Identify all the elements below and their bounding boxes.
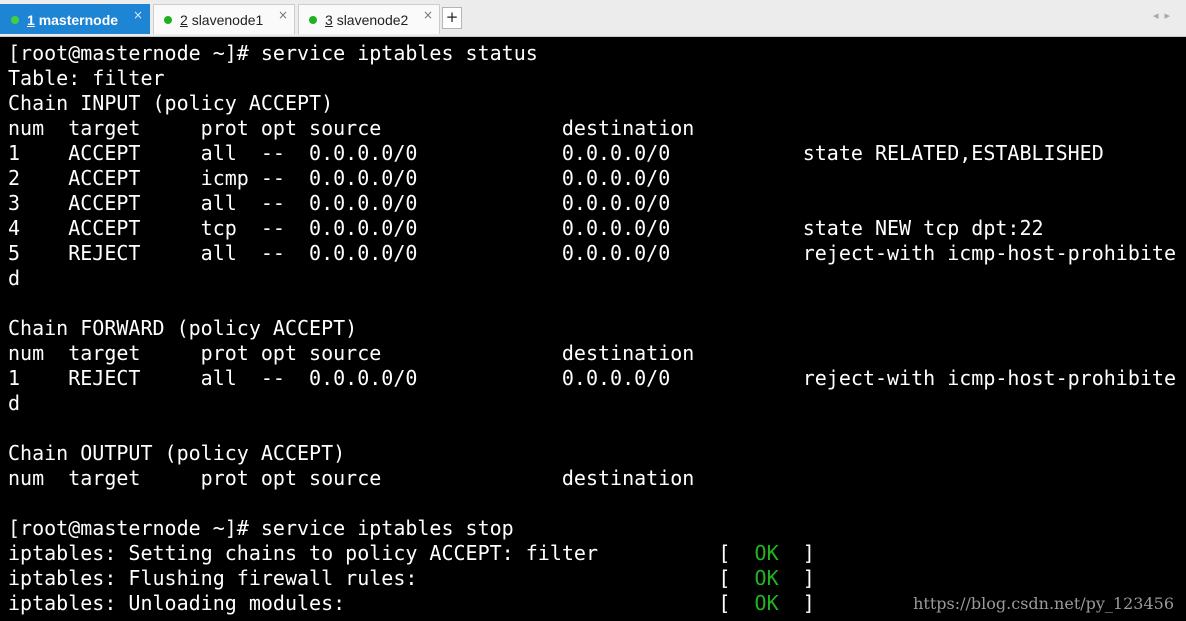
status-bracket: ]: [778, 566, 815, 590]
tab-name: slavenode1: [191, 12, 264, 28]
status-text: iptables: Flushing firewall rules: [: [8, 566, 755, 590]
terminal-line: 4 ACCEPT tcp -- 0.0.0.0/0 0.0.0.0/0 stat…: [8, 216, 1044, 240]
terminal-line: d: [8, 391, 21, 415]
ok-status: OK: [754, 541, 779, 565]
tab-masternode[interactable]: 1 masternode ×: [0, 4, 150, 34]
tab-name: masternode: [38, 12, 119, 28]
tab-name: slavenode2: [336, 12, 409, 28]
terminal-line: Chain OUTPUT (policy ACCEPT): [8, 441, 346, 465]
tab-slavenode2[interactable]: 3 slavenode2 ×: [298, 4, 440, 34]
terminal-output[interactable]: [root@masternode ~]# service iptables st…: [0, 37, 1186, 621]
terminal-line: 1 REJECT all -- 0.0.0.0/0 0.0.0.0/0 reje…: [8, 366, 1176, 390]
terminal-line: 2 ACCEPT icmp -- 0.0.0.0/0 0.0.0.0/0: [8, 166, 671, 190]
status-bracket: ]: [778, 541, 815, 565]
tab-label: 2 slavenode1: [180, 12, 263, 28]
tab-label: 3 slavenode2: [325, 12, 408, 28]
close-icon[interactable]: ×: [133, 8, 143, 22]
status-bracket: ]: [778, 591, 815, 615]
terminal-line: 5 REJECT all -- 0.0.0.0/0 0.0.0.0/0 reje…: [8, 241, 1176, 265]
tab-label: 1 masternode: [27, 12, 118, 28]
status-line: iptables: Setting chains to policy ACCEP…: [8, 541, 1186, 566]
tab-slavenode1[interactable]: 2 slavenode1 ×: [153, 4, 295, 34]
connection-status-icon: [309, 16, 317, 24]
connection-status-icon: [164, 16, 172, 24]
new-tab-button[interactable]: +: [442, 7, 462, 29]
close-icon[interactable]: ×: [278, 8, 288, 22]
status-text: iptables: Unloading modules: [: [8, 591, 755, 615]
watermark: https://blog.csdn.net/py_123456: [913, 594, 1174, 613]
status-line: iptables: Flushing firewall rules: [ OK …: [8, 566, 1186, 591]
terminal-line: num target prot opt source destination: [8, 116, 695, 140]
tab-number: 3: [325, 12, 333, 28]
terminal-line: Chain INPUT (policy ACCEPT): [8, 91, 334, 115]
tab-scroll-arrows-icon[interactable]: ◂▸: [1153, 9, 1176, 22]
terminal-line: 3 ACCEPT all -- 0.0.0.0/0 0.0.0.0/0: [8, 191, 671, 215]
terminal-line: 1 ACCEPT all -- 0.0.0.0/0 0.0.0.0/0 stat…: [8, 141, 1104, 165]
connection-status-icon: [11, 16, 19, 24]
terminal-line: num target prot opt source destination: [8, 341, 695, 365]
tab-number: 1: [27, 12, 35, 28]
close-icon[interactable]: ×: [423, 8, 433, 22]
terminal-line: Table: filter: [8, 66, 165, 90]
terminal-line: [root@masternode ~]# service iptables st…: [8, 41, 538, 65]
tab-number: 2: [180, 12, 188, 28]
terminal-line: num target prot opt source destination: [8, 466, 695, 490]
ok-status: OK: [754, 566, 779, 590]
terminal-line: [root@masternode ~]# service iptables st…: [8, 516, 514, 540]
terminal-line: Chain FORWARD (policy ACCEPT): [8, 316, 358, 340]
terminal-line: d: [8, 266, 21, 290]
status-text: iptables: Setting chains to policy ACCEP…: [8, 541, 755, 565]
ok-status: OK: [754, 591, 779, 615]
tab-bar: 1 masternode × 2 slavenode1 × 3 slavenod…: [0, 0, 1186, 37]
